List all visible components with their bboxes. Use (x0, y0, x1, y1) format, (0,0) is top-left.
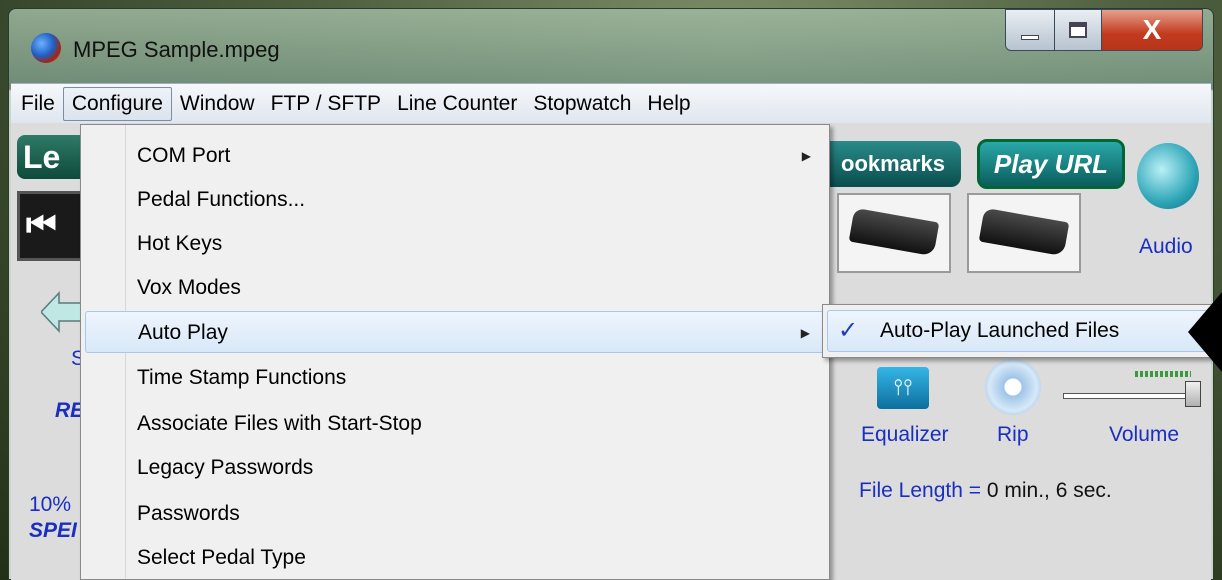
rip-label: Rip (997, 423, 1029, 446)
play-url-button[interactable]: Play URL (977, 139, 1125, 189)
menu-window[interactable]: Window (172, 87, 263, 121)
pedal-left[interactable] (837, 193, 951, 273)
audio-label: Audio (1139, 235, 1193, 258)
screen: MPEG Sample.mpeg X File Configure Window… (0, 0, 1222, 580)
menu-item-label: Legacy Passwords (137, 456, 314, 479)
menu-item-label: Time Stamp Functions (137, 366, 347, 389)
volume-slider-icon[interactable] (1063, 393, 1201, 399)
menu-item-com-port[interactable]: COM Port ▶ (85, 135, 825, 177)
menu-item-select-pedal-type[interactable]: Select Pedal Type (85, 537, 825, 579)
maximize-button[interactable] (1054, 9, 1102, 51)
window-title: MPEG Sample.mpeg (73, 37, 280, 62)
menu-help[interactable]: Help (639, 87, 698, 121)
menu-item-passwords[interactable]: Passwords (85, 493, 825, 535)
menu-item-label: Passwords (137, 502, 240, 525)
equalizer-icon[interactable]: ⫯⫯ (877, 367, 929, 409)
volume-meter (1135, 371, 1191, 377)
file-length-label: File Length = (859, 479, 982, 502)
menu-item-hot-keys[interactable]: Hot Keys (85, 223, 825, 265)
submenu-arrow-icon: ▶ (800, 326, 810, 340)
speed-percent: 10% (29, 493, 72, 516)
menu-file[interactable]: File (13, 87, 63, 121)
menu-item-pedal-functions[interactable]: Pedal Functions... (85, 179, 825, 221)
menu-item-legacy-passwords[interactable]: Legacy Passwords (85, 447, 825, 489)
menu-bar: File Configure Window FTP / SFTP Line Co… (11, 83, 1211, 123)
close-icon: X (1142, 14, 1162, 45)
checkmark-icon: ✓ (838, 317, 859, 344)
menu-line-counter[interactable]: Line Counter (389, 87, 525, 121)
menu-item-label: Pedal Functions... (137, 188, 306, 211)
pedal-icon (848, 207, 940, 257)
auto-play-submenu: ✓ Auto-Play Launched Files (822, 304, 1214, 358)
title-bar: MPEG Sample.mpeg X (9, 9, 1213, 83)
rewind-button[interactable]: ⏮ (17, 191, 87, 261)
menu-item-label: Associate Files with Start-Stop (137, 412, 422, 435)
menu-item-label: Auto Play (138, 321, 228, 344)
configure-dropdown: COM Port ▶ Pedal Functions... Hot Keys Vo… (80, 124, 830, 580)
equalizer-label: Equalizer (861, 423, 949, 446)
pointer-arrow-icon (1188, 292, 1222, 372)
minimize-icon (1021, 34, 1039, 40)
menu-item-label: Vox Modes (137, 276, 241, 299)
file-length: File Length = 0 min., 6 sec. (859, 479, 1112, 503)
menu-item-label: Auto-Play Launched Files (880, 319, 1120, 342)
close-button[interactable]: X (1101, 9, 1203, 51)
pedal-right[interactable] (967, 193, 1081, 273)
speaker-icon[interactable] (1137, 143, 1199, 209)
minimize-button[interactable] (1005, 9, 1055, 51)
file-length-value: 0 min., 6 sec. (986, 479, 1112, 502)
menu-item-associate-files[interactable]: Associate Files with Start-Stop (85, 403, 825, 445)
app-globe-icon (31, 33, 61, 63)
bookmarks-button[interactable]: ookmarks (811, 141, 961, 187)
submenu-arrow-icon: ▶ (801, 149, 811, 163)
menu-item-auto-play-launched-files[interactable]: ✓ Auto-Play Launched Files (827, 310, 1211, 352)
left-button[interactable]: Le (17, 135, 87, 179)
volume-thumb[interactable] (1185, 381, 1201, 407)
menu-configure[interactable]: Configure (62, 86, 172, 121)
rewind-icon: ⏮ (26, 206, 57, 244)
volume-label: Volume (1109, 423, 1180, 446)
menu-item-label: Select Pedal Type (137, 546, 306, 569)
speed-label: SPEI (29, 519, 77, 542)
menu-stopwatch[interactable]: Stopwatch (525, 87, 639, 121)
menu-item-time-stamp-functions[interactable]: Time Stamp Functions (85, 357, 825, 399)
rip-disc-icon[interactable] (985, 359, 1041, 415)
menu-ftp-sftp[interactable]: FTP / SFTP (263, 87, 389, 121)
pedal-icon (978, 207, 1070, 257)
menu-item-auto-play[interactable]: Auto Play ▶ (85, 311, 825, 353)
maximize-icon (1069, 22, 1087, 38)
menu-item-label: COM Port (137, 144, 231, 167)
menu-item-vox-modes[interactable]: Vox Modes (85, 267, 825, 309)
menu-item-label: Hot Keys (137, 232, 223, 255)
